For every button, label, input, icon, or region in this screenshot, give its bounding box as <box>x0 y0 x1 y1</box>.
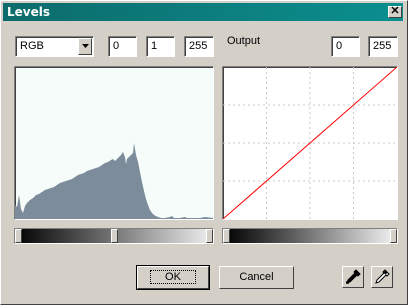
input-black-field[interactable]: 0 <box>108 36 137 57</box>
cancel-button-label: Cancel <box>239 271 274 283</box>
chevron-down-icon <box>82 44 89 48</box>
close-button[interactable]: ✕ <box>388 6 402 18</box>
channel-value: RGB <box>20 40 44 52</box>
histogram-graph <box>15 143 213 219</box>
output-curve-panel[interactable] <box>222 66 398 220</box>
output-white-slider-handle[interactable] <box>390 229 397 243</box>
eyedropper-black-icon <box>346 269 361 284</box>
cancel-button[interactable]: Cancel <box>219 266 294 289</box>
white-eyedropper-button[interactable] <box>371 266 393 288</box>
black-eyedropper-button[interactable] <box>342 266 364 288</box>
channel-select[interactable]: RGB <box>15 36 94 57</box>
input-levels-slider[interactable] <box>14 228 214 244</box>
close-icon: ✕ <box>390 5 400 17</box>
input-white-slider-handle[interactable] <box>206 229 213 243</box>
levels-dialog: Levels ✕ RGB 0 1 255 Output 0 255 OK Can… <box>0 0 408 305</box>
histogram-panel <box>14 66 214 220</box>
output-curve-graph <box>223 67 397 219</box>
input-gamma-slider-handle[interactable] <box>111 229 118 243</box>
output-white-field[interactable]: 255 <box>368 36 398 57</box>
ok-button[interactable]: OK <box>136 265 210 290</box>
input-white-field[interactable]: 255 <box>184 36 214 57</box>
dialog-title: Levels <box>7 5 51 19</box>
output-black-field[interactable]: 0 <box>331 36 360 57</box>
output-black-slider-handle[interactable] <box>223 229 230 243</box>
histogram-fill <box>15 143 213 219</box>
output-label: Output <box>227 35 261 47</box>
ok-button-label: OK <box>150 270 196 284</box>
output-levels-slider[interactable] <box>222 228 398 244</box>
eyedropper-white-icon <box>375 269 390 284</box>
title-bar[interactable]: Levels ✕ <box>3 3 403 21</box>
input-gamma-field[interactable]: 1 <box>146 36 175 57</box>
channel-dropdown-button[interactable] <box>78 38 92 55</box>
input-black-slider-handle[interactable] <box>15 229 22 243</box>
